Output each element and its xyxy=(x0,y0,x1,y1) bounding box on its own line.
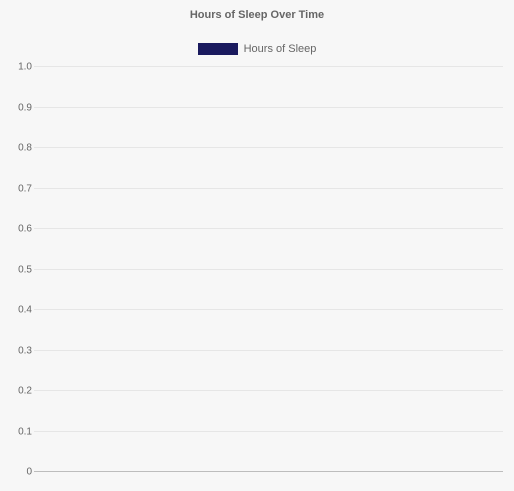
y-tick-label: 0.9 xyxy=(18,103,32,114)
chart-container: Hours of Sleep Over Time Hours of Sleep … xyxy=(0,0,514,491)
y-tick-label: 1.0 xyxy=(18,62,32,73)
grid-lines xyxy=(34,66,503,472)
y-tick-label: 0.1 xyxy=(18,427,32,438)
y-tick-label: 0 xyxy=(26,467,32,478)
y-tick-label: 0.7 xyxy=(18,184,32,195)
y-tick-label: 0.2 xyxy=(18,386,32,397)
y-tick-label: 0.6 xyxy=(18,224,32,235)
y-tick-label: 0.4 xyxy=(18,305,32,316)
y-axis-ticks: 0 0.1 0.2 0.3 0.4 0.5 0.6 0.7 0.8 0.9 1.0 xyxy=(18,62,32,478)
plot-area: 0 0.1 0.2 0.3 0.4 0.5 0.6 0.7 0.8 0.9 1.0 xyxy=(18,62,503,478)
y-tick-label: 0.5 xyxy=(18,265,32,276)
y-tick-label: 0.3 xyxy=(18,346,32,357)
y-tick-label: 0.8 xyxy=(18,143,32,154)
